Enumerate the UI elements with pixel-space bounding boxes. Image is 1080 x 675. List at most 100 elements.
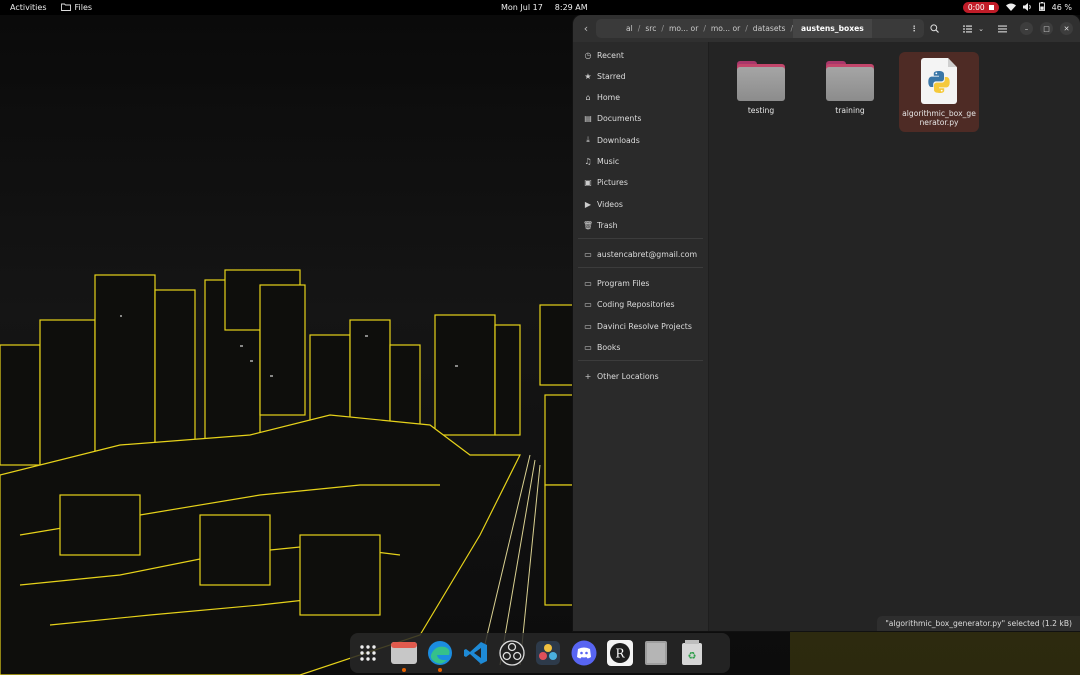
sidebar-divider bbox=[578, 267, 703, 268]
path-menu-button[interactable]: ⋮ bbox=[904, 24, 924, 33]
search-button[interactable] bbox=[925, 20, 943, 37]
clock[interactable]: Mon Jul 17 8:29 AM bbox=[501, 0, 588, 15]
folder-icon bbox=[60, 3, 71, 13]
dock-app-files[interactable] bbox=[390, 639, 418, 672]
close-button[interactable]: ✕ bbox=[1060, 22, 1073, 35]
folder-icon: ▭ bbox=[584, 299, 592, 309]
activities-button[interactable]: Activities bbox=[10, 3, 47, 12]
dock-app-disk[interactable] bbox=[642, 639, 670, 667]
sidebar-item-pictures[interactable]: ▣ Pictures bbox=[573, 172, 708, 192]
sidebar-item-coding-repositories[interactable]: ▭ Coding Repositories bbox=[573, 294, 708, 314]
path-bar[interactable]: al / src / mo... or / mo... or / dataset… bbox=[596, 19, 924, 38]
sidebar-item-trash[interactable]: 🗑 Trash bbox=[573, 215, 708, 235]
dock-app-trash[interactable]: ♻ bbox=[678, 639, 706, 667]
edge-icon bbox=[428, 641, 452, 665]
sidebar-divider bbox=[578, 238, 703, 239]
path-segment[interactable]: mo... or bbox=[706, 24, 745, 33]
sidebar-item-home[interactable]: ⌂ Home bbox=[573, 87, 708, 107]
folder-icon: ▭ bbox=[584, 278, 592, 288]
path-segment[interactable]: datasets bbox=[748, 24, 791, 33]
video-icon: ▶ bbox=[584, 199, 592, 209]
folder-icon: ▭ bbox=[584, 321, 592, 331]
sidebar-item-label: Davinci Resolve Projects bbox=[597, 321, 692, 331]
time-label: 8:29 AM bbox=[554, 3, 588, 12]
dock-app-davinci-resolve[interactable] bbox=[534, 639, 562, 667]
sidebar-item-program-files[interactable]: ▭ Program Files bbox=[573, 273, 708, 293]
path-segment[interactable]: src bbox=[640, 24, 661, 33]
star-icon: ★ bbox=[584, 71, 592, 81]
sidebar-item-downloads[interactable]: ⤓ Downloads bbox=[573, 130, 708, 150]
dock-app-discord[interactable] bbox=[570, 639, 598, 667]
recording-time: 0:00 bbox=[967, 3, 985, 12]
file-item-folder[interactable]: testing bbox=[721, 52, 801, 132]
path-segment-current[interactable]: austens_boxes bbox=[793, 19, 872, 38]
dock-app-edge[interactable] bbox=[426, 639, 454, 672]
vscode-icon bbox=[464, 642, 487, 664]
sidebar-item-label: austencabret@gmail.com bbox=[597, 249, 698, 259]
picture-icon: ▣ bbox=[584, 177, 592, 187]
show-apps-icon bbox=[360, 645, 376, 661]
sidebar-item-davinci-resolve-projects[interactable]: ▭ Davinci Resolve Projects bbox=[573, 316, 708, 336]
sidebar-item-label: Pictures bbox=[597, 177, 628, 187]
show-apps-button[interactable] bbox=[354, 639, 382, 667]
online-account-icon: ▭ bbox=[584, 249, 592, 259]
dock: R ♻ bbox=[350, 633, 730, 673]
dock-app-rstudio[interactable]: R bbox=[606, 639, 634, 667]
maximize-icon: □ bbox=[1043, 24, 1050, 33]
path-segment[interactable]: mo... or bbox=[664, 24, 703, 33]
svg-text:♻: ♻ bbox=[688, 651, 697, 662]
rstudio-icon: R bbox=[607, 640, 633, 666]
sidebar-divider bbox=[578, 360, 703, 361]
view-list-button[interactable] bbox=[960, 20, 974, 37]
dock-app-obs[interactable] bbox=[498, 639, 526, 667]
disk-icon bbox=[645, 641, 667, 665]
dock-app-vscode[interactable] bbox=[462, 639, 490, 667]
sidebar-item-recent[interactable]: ◷ Recent bbox=[573, 45, 708, 65]
vertical-dots-icon: ⋮ bbox=[910, 24, 918, 33]
sidebar-item-label: Videos bbox=[597, 199, 623, 209]
maximize-button[interactable]: □ bbox=[1040, 22, 1053, 35]
top-bar: Activities Files Mon Jul 17 8:29 AM 0:00… bbox=[0, 0, 1080, 15]
sidebar-item-starred[interactable]: ★ Starred bbox=[573, 66, 708, 86]
minimize-button[interactable]: – bbox=[1020, 22, 1033, 35]
davinci-icon bbox=[536, 641, 560, 665]
file-item-folder[interactable]: training bbox=[810, 52, 890, 132]
sidebar-item-videos[interactable]: ▶ Videos bbox=[573, 194, 708, 214]
sidebar-item-label: Coding Repositories bbox=[597, 299, 675, 309]
wifi-icon[interactable] bbox=[1005, 3, 1016, 13]
stop-icon bbox=[988, 5, 994, 10]
files-window: ‹ al / src / mo... or / mo... or / datas… bbox=[573, 15, 1080, 631]
chevron-down-icon: ⌄ bbox=[978, 24, 984, 33]
battery-percent: 46 % bbox=[1051, 3, 1072, 12]
sidebar-item-label: Starred bbox=[597, 71, 626, 81]
file-view[interactable]: testing training algorithmic_box_generat… bbox=[709, 42, 1080, 631]
sidebar-item-other-locations[interactable]: + Other Locations bbox=[573, 366, 708, 386]
sidebar-item-account[interactable]: ▭ austencabret@gmail.com bbox=[573, 244, 708, 264]
file-item-python-selected[interactable]: algorithmic_box_generator.py bbox=[899, 52, 979, 132]
battery-icon[interactable] bbox=[1038, 2, 1045, 13]
app-menu[interactable]: Files bbox=[60, 3, 92, 13]
plus-icon: + bbox=[584, 371, 592, 381]
selection-status: "algorithmic_box_generator.py" selected … bbox=[877, 616, 1080, 631]
main-menu-button[interactable] bbox=[995, 20, 1009, 37]
sidebar-item-books[interactable]: ▭ Books bbox=[573, 337, 708, 357]
sidebar-item-label: Home bbox=[597, 92, 621, 102]
sidebar-item-label: Program Files bbox=[597, 278, 650, 288]
list-view-icon bbox=[962, 25, 972, 32]
view-options-button[interactable]: ⌄ bbox=[975, 20, 987, 37]
minimize-icon: – bbox=[1024, 24, 1029, 33]
file-name: training bbox=[835, 106, 865, 115]
trash-icon: ♻ bbox=[682, 640, 702, 665]
folder-icon bbox=[737, 61, 785, 101]
folder-icon bbox=[826, 61, 874, 101]
screen-recording-indicator[interactable]: 0:00 bbox=[962, 2, 999, 13]
document-icon: ▤ bbox=[584, 113, 592, 123]
running-indicator bbox=[438, 668, 442, 672]
path-segment[interactable]: al bbox=[596, 24, 638, 33]
volume-icon[interactable] bbox=[1022, 2, 1032, 13]
file-name: testing bbox=[747, 106, 775, 115]
sidebar-item-label: Documents bbox=[597, 113, 642, 123]
sidebar-item-music[interactable]: ♫ Music bbox=[573, 151, 708, 171]
sidebar-item-documents[interactable]: ▤ Documents bbox=[573, 108, 708, 128]
back-button[interactable]: ‹ bbox=[577, 20, 595, 37]
